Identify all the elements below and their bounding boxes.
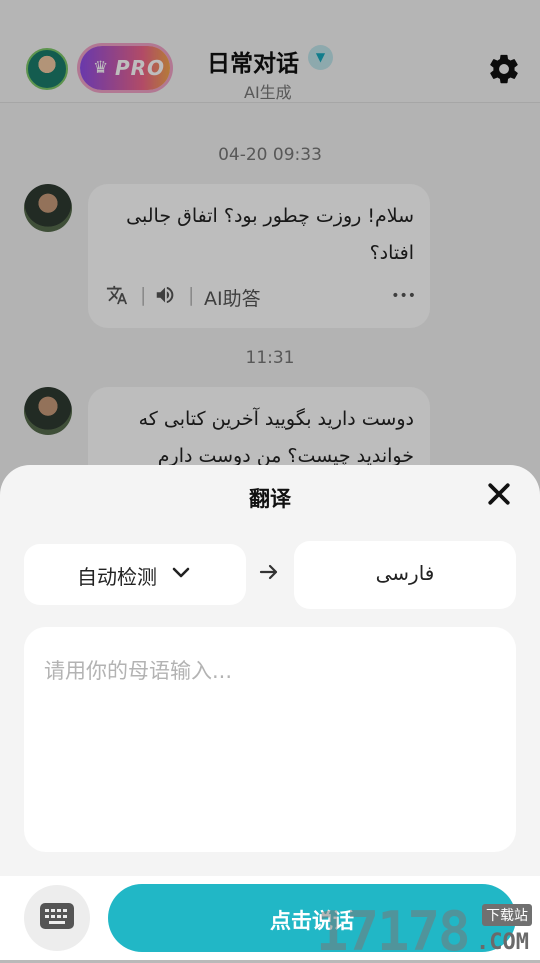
close-icon[interactable] — [484, 479, 514, 509]
site-watermark: 17178 下载站 .COM — [316, 900, 540, 963]
watermark-number: 17178 — [316, 900, 471, 963]
translation-input[interactable] — [42, 653, 496, 827]
keyboard-button[interactable] — [24, 885, 90, 951]
translation-input-box — [24, 627, 516, 852]
target-language-select[interactable]: فارسی — [294, 541, 516, 609]
keyboard-icon — [40, 903, 74, 929]
watermark-tag: 下载站 — [482, 904, 532, 926]
source-language-select[interactable]: 自动检测 — [24, 544, 246, 605]
chevron-down-icon — [172, 567, 190, 578]
watermark-domain: .COM — [476, 930, 529, 955]
target-language-label: فارسی — [375, 561, 435, 585]
sheet-title: 翻译 — [249, 487, 291, 511]
arrow-right-icon — [259, 564, 278, 580]
source-language-label: 自动检测 — [77, 565, 157, 589]
